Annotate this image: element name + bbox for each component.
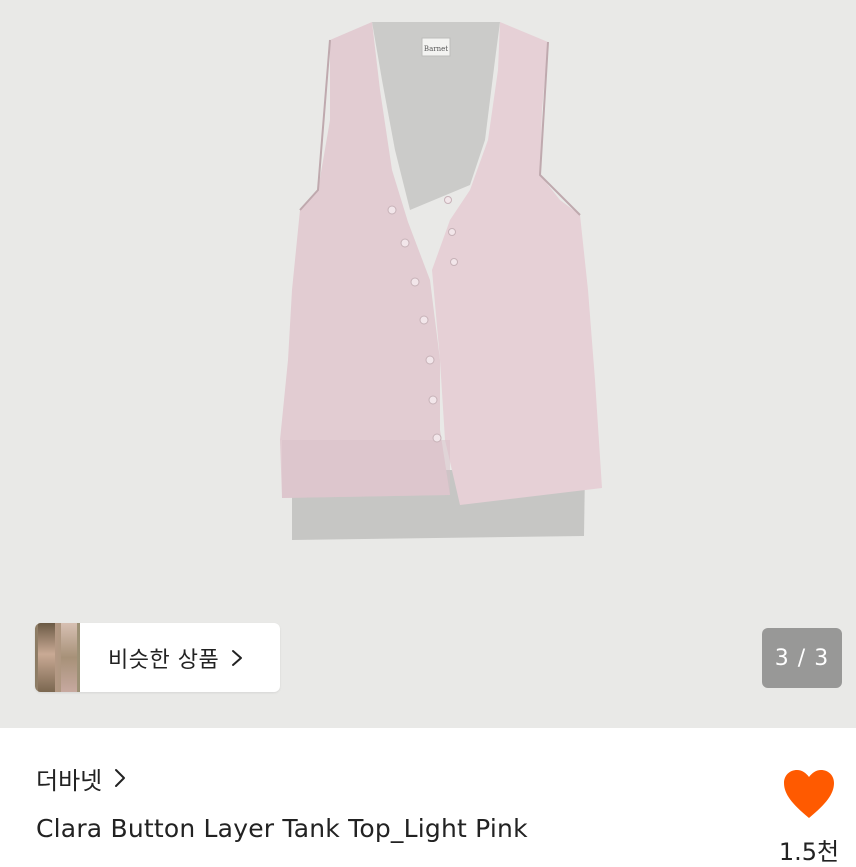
like-count: 1.5천 <box>778 838 840 866</box>
svg-text:Barnet: Barnet <box>424 45 448 53</box>
chevron-right-icon <box>115 769 126 787</box>
image-counter-text: 3 / 3 <box>774 645 830 671</box>
similar-products-label: 비슷한 상품 <box>108 647 220 673</box>
product-photo: Barnet <box>280 22 602 540</box>
store-name: 더바넷 <box>36 766 103 795</box>
product-image-gallery[interactable]: Barnet <box>0 0 856 728</box>
similar-products-thumbnail <box>35 623 80 692</box>
store-link[interactable]: 더바넷 <box>36 758 126 798</box>
image-counter: 3 / 3 <box>762 628 842 688</box>
chevron-right-icon <box>232 649 243 666</box>
heart-icon[interactable] <box>782 768 836 820</box>
product-title: Clara Button Layer Tank Top_Light Pink <box>36 814 528 843</box>
similar-products-button[interactable]: 비슷한 상품 <box>35 623 280 692</box>
